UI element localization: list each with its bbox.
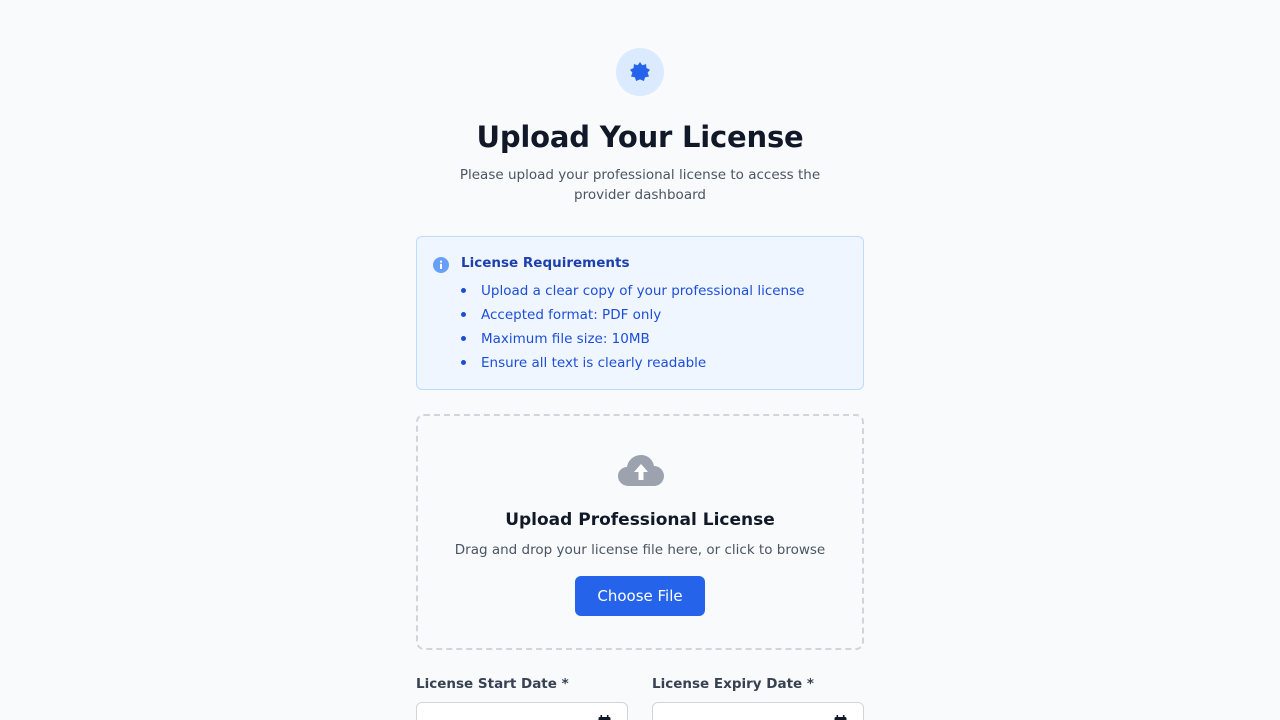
- upload-title: Upload Professional License: [505, 510, 775, 530]
- calendar-icon[interactable]: [598, 715, 611, 720]
- requirement-text: Accepted format: PDF only: [481, 307, 662, 323]
- list-item: Ensure all text is clearly readable: [461, 353, 804, 377]
- bullet-icon: [461, 288, 466, 293]
- certificate-seal-icon: [630, 62, 650, 81]
- choose-file-button[interactable]: Choose File: [575, 576, 705, 616]
- requirement-text: Upload a clear copy of your professional…: [481, 283, 805, 299]
- requirements-panel: License Requirements Upload a clear copy…: [416, 236, 864, 390]
- requirement-text: Ensure all text is clearly readable: [481, 355, 707, 371]
- license-start-date-label: License Start Date *: [416, 676, 569, 692]
- requirements-title: License Requirements: [461, 255, 630, 271]
- bullet-icon: [461, 312, 466, 317]
- list-item: Upload a clear copy of your professional…: [461, 281, 804, 305]
- info-icon: [433, 257, 449, 273]
- file-drop-zone[interactable]: Upload Professional License Drag and dro…: [416, 414, 864, 650]
- verification-badge: [616, 48, 664, 96]
- list-item: Maximum file size: 10MB: [461, 329, 804, 353]
- requirement-text: Maximum file size: 10MB: [481, 331, 650, 347]
- bullet-icon: [461, 360, 466, 365]
- license-start-date-input[interactable]: [416, 702, 628, 720]
- bullet-icon: [461, 336, 466, 341]
- requirements-list: Upload a clear copy of your professional…: [461, 281, 804, 377]
- license-expiry-date-label: License Expiry Date *: [652, 676, 814, 692]
- license-expiry-date-input[interactable]: [652, 702, 864, 720]
- upload-hint: Drag and drop your license file here, or…: [454, 542, 826, 558]
- calendar-icon[interactable]: [834, 715, 847, 720]
- list-item: Accepted format: PDF only: [461, 305, 804, 329]
- cloud-upload-icon: [618, 455, 664, 486]
- page-subtitle: Please upload your professional license …: [459, 167, 821, 203]
- page-title: Upload Your License: [476, 120, 804, 154]
